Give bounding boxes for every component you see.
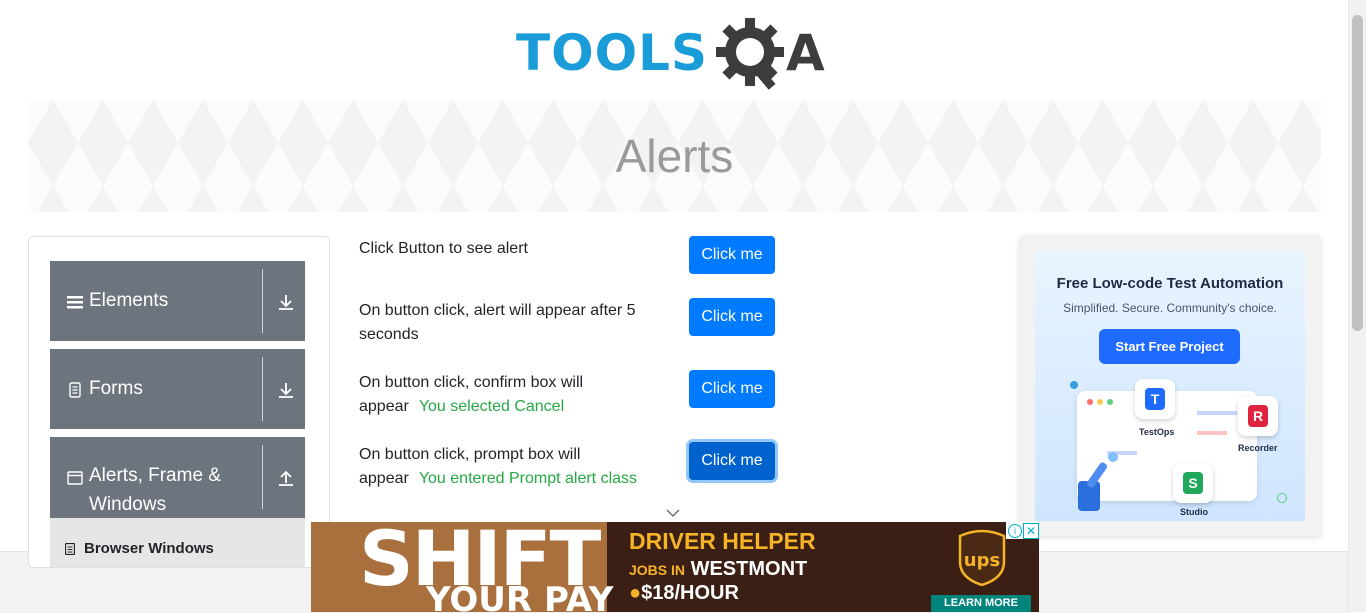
document-icon xyxy=(69,382,81,398)
document-icon xyxy=(65,543,75,555)
ad-location-line: JOBS IN WESTMONT xyxy=(629,558,807,581)
confirm-button[interactable]: Click me xyxy=(689,370,775,408)
studio-label: Studio xyxy=(1180,507,1208,517)
logo-suffix: A xyxy=(786,24,825,82)
sidebar-group-forms[interactable]: Forms xyxy=(50,349,305,429)
ad-subheadline: YOUR PAY xyxy=(426,580,614,612)
bullet-icon: ● xyxy=(629,582,642,604)
prompt-result: You entered Prompt alert class xyxy=(418,470,638,487)
ad-learn-more-button[interactable]: LEARN MORE xyxy=(931,595,1031,612)
ad-right-content: Free Low-code Test Automation Simplified… xyxy=(1035,251,1305,521)
ups-logo-text: ups xyxy=(964,550,1000,571)
sidebar-group-label: Forms xyxy=(89,378,143,399)
timer-alert-description: On button click, alert will appear after… xyxy=(359,302,636,343)
ad-title: Free Low-code Test Automation xyxy=(1056,275,1284,292)
ad-jobs-prefix: JOBS IN xyxy=(629,562,686,578)
recorder-tile: R xyxy=(1238,396,1278,436)
sidebar-item-label: Browser Windows xyxy=(84,540,214,557)
download-arrow-icon[interactable] xyxy=(277,293,295,311)
ad-choices[interactable]: i ✕ xyxy=(1006,522,1039,539)
studio-tile: S xyxy=(1173,463,1213,503)
close-icon[interactable]: ✕ xyxy=(1023,523,1039,539)
alert-row-4-text: On button click, prompt box will appear Y… xyxy=(359,443,659,491)
gear-magnifier-icon xyxy=(716,18,784,90)
toolsqa-logo[interactable]: TOOLS A xyxy=(516,16,825,90)
recorder-label: Recorder xyxy=(1238,443,1278,453)
studio-letter: S xyxy=(1183,472,1203,494)
alert-description: Click Button to see alert xyxy=(359,240,528,257)
chevron-down-icon[interactable] xyxy=(666,508,680,518)
divider xyxy=(262,357,263,421)
vertical-scrollbar[interactable] xyxy=(1348,0,1366,612)
ad-bottom[interactable]: SHIFT YOUR PAY DRIVER HELPER JOBS IN WES… xyxy=(311,522,1039,612)
recorder-letter: R xyxy=(1248,405,1268,427)
testops-tile: T xyxy=(1135,379,1175,419)
page-banner: Alerts xyxy=(28,100,1321,212)
scrollbar-thumb[interactable] xyxy=(1352,15,1363,331)
ad-location: WESTMONT xyxy=(690,558,808,580)
upload-arrow-icon[interactable] xyxy=(277,469,295,487)
sidebar-group-label: Alerts, Frame & Windows xyxy=(89,465,221,515)
prompt-button[interactable]: Click me xyxy=(689,442,775,480)
sidebar: Elements Forms Alerts, Frame & Windows B… xyxy=(28,236,330,568)
alert-row-3-text: On button click, confirm box will appear… xyxy=(359,371,629,419)
logo-text: TOOLS xyxy=(516,24,708,82)
divider xyxy=(262,445,263,509)
robot-arm-icon xyxy=(1078,452,1118,511)
ad-start-project-button[interactable]: Start Free Project xyxy=(1099,329,1240,364)
alert-row-1-text: Click Button to see alert xyxy=(359,237,659,261)
hamburger-icon xyxy=(67,296,83,309)
testops-label: TestOps xyxy=(1139,427,1175,437)
download-arrow-icon[interactable] xyxy=(277,381,295,399)
sidebar-group-alerts-frame-windows[interactable]: Alerts, Frame & Windows xyxy=(50,437,305,518)
timer-alert-button[interactable]: Click me xyxy=(689,298,775,336)
alert-row-2-text: On button click, alert will appear after… xyxy=(359,299,659,347)
ad-wage: $18/HOUR xyxy=(641,582,739,604)
sidebar-item-browser-windows[interactable]: Browser Windows xyxy=(50,518,305,567)
ad-right[interactable]: Free Low-code Test Automation Simplified… xyxy=(1020,236,1320,536)
divider xyxy=(262,269,263,333)
window-icon xyxy=(67,471,83,485)
ad-wage-line: ●$18/HOUR xyxy=(629,582,739,605)
ad-subtitle: Simplified. Secure. Community's choice. xyxy=(1063,301,1277,315)
testops-letter: T xyxy=(1145,388,1165,410)
ups-logo: ups xyxy=(958,529,1006,586)
page-title: Alerts xyxy=(615,130,734,182)
sidebar-group-label: Elements xyxy=(89,290,169,311)
ad-info-icon[interactable]: i xyxy=(1008,524,1022,538)
alert-button[interactable]: Click me xyxy=(689,236,775,274)
confirm-result: You selected Cancel xyxy=(418,398,565,415)
sidebar-group-elements[interactable]: Elements xyxy=(50,261,305,341)
ad-role: DRIVER HELPER xyxy=(629,528,816,554)
